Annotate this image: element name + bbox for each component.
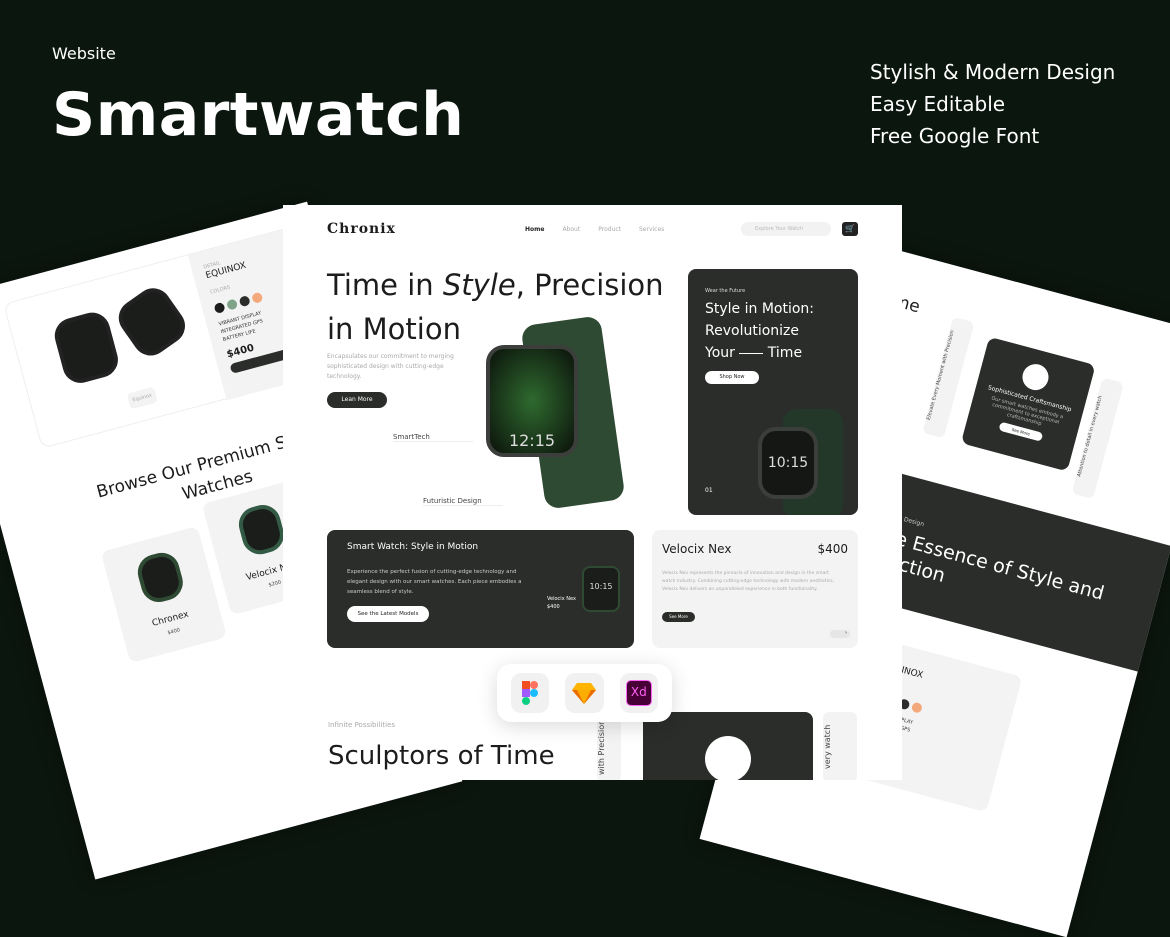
- promo-watch-image: 10:15: [758, 427, 818, 499]
- color-swatch[interactable]: [238, 295, 251, 308]
- nav-product[interactable]: Product: [598, 226, 621, 233]
- watch-image: [234, 501, 288, 559]
- color-swatch[interactable]: [213, 301, 226, 315]
- cart-icon[interactable]: 🛒: [842, 222, 858, 236]
- feature-item: Stylish & Modern Design: [870, 60, 1116, 84]
- promo-card: Wear the Future Style in Motion: Revoluti…: [688, 269, 858, 515]
- product-desc: Velocix Nex represents the pinnacle of i…: [662, 571, 835, 592]
- thumb-label[interactable]: Equinox: [126, 386, 158, 410]
- callout-smarttech[interactable]: SmartTech: [393, 433, 473, 442]
- hero-title: Time in Style, Precision in Motion: [327, 268, 664, 346]
- feature-product-name: Velocix Nex: [547, 596, 576, 602]
- product-card: Velocix Nex $400 Velocix Nex represents …: [652, 530, 858, 648]
- section-title: Sculptors of Time: [328, 741, 555, 771]
- craftsmanship-card: [643, 712, 813, 780]
- feature-title: Smart Watch: Style in Motion: [347, 542, 479, 552]
- product-name: Velocix Nex: [662, 542, 732, 556]
- see-more-button[interactable]: See More: [662, 612, 695, 622]
- feature-item: Free Google Font: [870, 124, 1040, 148]
- vertical-label: with Precision: [597, 712, 621, 780]
- hero-watch-image: 12:15: [486, 345, 578, 457]
- feature-card: Smart Watch: Style in Motion Experience …: [327, 530, 634, 648]
- color-swatch[interactable]: [226, 298, 239, 311]
- feature-product-price: $400: [547, 604, 560, 610]
- nav-about[interactable]: About: [562, 226, 580, 233]
- callout-futuristic-design[interactable]: Futuristic Design: [423, 497, 503, 506]
- figma-icon: [511, 673, 550, 713]
- feature-desc: Experience the perfect fusion of cutting…: [347, 569, 522, 595]
- navbar: Chronix Home About Product Services Expl…: [327, 219, 858, 239]
- slide-indicator[interactable]: 01: [705, 487, 713, 494]
- watch-image: [111, 281, 193, 363]
- vertical-label: very watch: [823, 712, 857, 780]
- feature-watch-image: 10:15: [582, 566, 620, 612]
- nav-services[interactable]: Services: [639, 226, 664, 233]
- product-price: $400: [817, 542, 848, 556]
- hero-description: Encapsulates our commitment to merging s…: [327, 353, 454, 380]
- sketch-icon: [565, 673, 604, 713]
- design-tools-badge: Xd: [497, 664, 672, 722]
- learn-more-button[interactable]: Lean More: [327, 392, 387, 408]
- craftsmanship-card: Sophisticated Craftsmanship Our smart wa…: [960, 336, 1096, 472]
- product-card[interactable]: Chronex $400: [100, 526, 228, 664]
- feature-item: Easy Editable: [870, 92, 1006, 116]
- watch-image: [133, 548, 187, 607]
- section-eyebrow: Infinite Possibilities: [328, 721, 395, 729]
- promo-title: Style in Motion: Revolutionize Your Time: [705, 301, 815, 361]
- promo-eyebrow: Wear the Future: [705, 288, 746, 294]
- feature-list: Stylish & Modern Design Easy Editable Fr…: [870, 56, 1115, 152]
- logo[interactable]: Chronix: [327, 221, 396, 237]
- nav-home[interactable]: Home: [525, 226, 544, 233]
- shop-now-button[interactable]: Shop Now: [705, 371, 759, 384]
- xd-icon: Xd: [619, 673, 658, 713]
- promo-title: Smartwatch: [52, 80, 465, 150]
- watch-image: [50, 308, 122, 387]
- pattern-icon: [1019, 361, 1052, 394]
- see-latest-models-button[interactable]: See the Latest Models: [347, 606, 429, 622]
- color-swatch[interactable]: [251, 291, 264, 304]
- next-arrow-icon[interactable]: ›: [830, 630, 850, 638]
- pattern-icon: [705, 736, 751, 780]
- promo-subtitle: Website: [52, 44, 116, 63]
- search-input[interactable]: Explore Your Watch: [741, 222, 831, 236]
